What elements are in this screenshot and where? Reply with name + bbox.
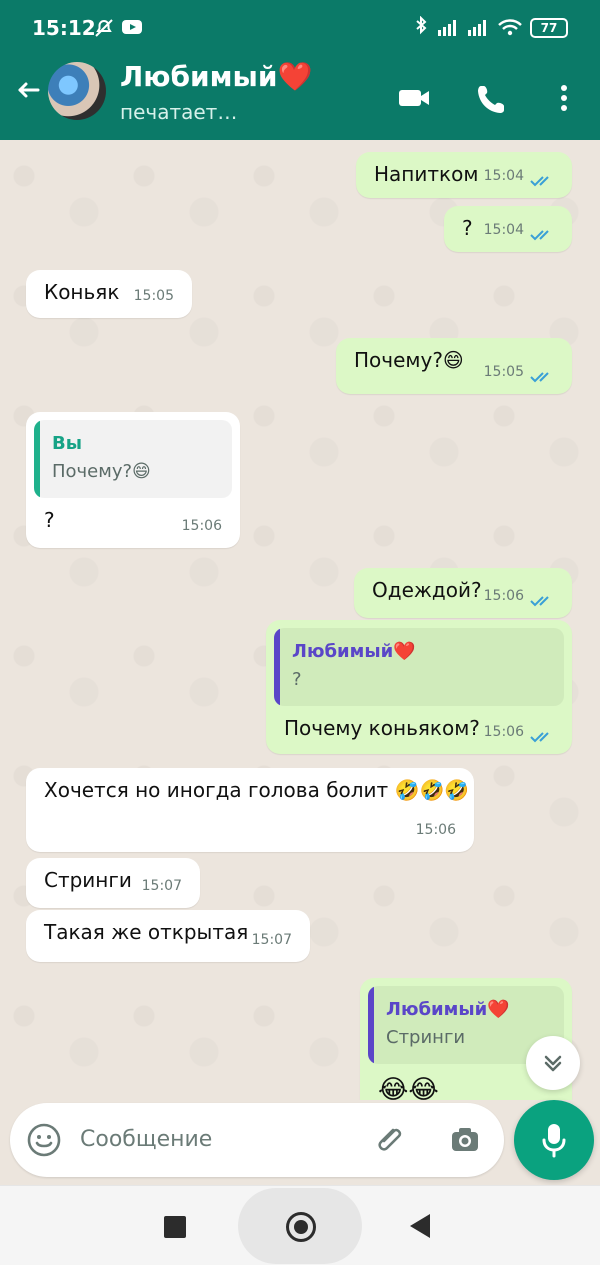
message-time: 15:05 [133, 288, 174, 304]
nav-home-icon[interactable] [286, 1212, 316, 1242]
message-text: Напитком [374, 162, 479, 186]
quote-accent-bar [274, 628, 280, 706]
nav-recents-icon[interactable] [164, 1216, 186, 1238]
message-text: Одеждой? [372, 578, 482, 602]
message-composer[interactable]: Сообщение [10, 1103, 504, 1177]
message-outgoing[interactable]: Напитком 15:04 [356, 152, 572, 198]
message-outgoing[interactable]: Почему?😄 15:05 [336, 338, 572, 394]
emoji-icon[interactable] [24, 1120, 64, 1160]
message-time: 15:07 [251, 932, 292, 948]
camera-icon[interactable] [446, 1121, 484, 1159]
youtube-icon [122, 20, 142, 34]
mic-button[interactable] [514, 1100, 594, 1180]
read-ticks-icon [530, 596, 549, 607]
bluetooth-icon [416, 16, 427, 35]
scroll-down-button[interactable] [526, 1036, 580, 1090]
quote-text: Стринги [386, 1027, 466, 1048]
status-bar: 15:12 77 [0, 0, 600, 56]
signal-2-icon [468, 20, 486, 36]
message-incoming[interactable]: Такая же открытая 15:07 [26, 910, 310, 962]
quoted-message[interactable]: Любимый❤️ ? [274, 628, 564, 706]
message-incoming-reply[interactable]: Вы Почему?😄 ? 15:06 [26, 412, 240, 548]
message-outgoing[interactable]: Одеждой? 15:06 [354, 568, 572, 618]
message-time: 15:07 [141, 878, 182, 894]
nav-back-icon[interactable] [410, 1214, 430, 1238]
battery-level: 77 [540, 21, 558, 35]
quote-accent-bar [34, 420, 40, 498]
mic-icon [542, 1124, 566, 1158]
read-ticks-icon [530, 230, 549, 241]
avatar[interactable] [48, 62, 106, 120]
message-text: 😂😂 [378, 1075, 439, 1100]
more-options-icon[interactable] [548, 78, 588, 118]
quote-author: Вы [52, 433, 82, 454]
message-text: Стринги [44, 868, 132, 892]
message-incoming[interactable]: Хочется но иногда голова болит 🤣🤣🤣 15:06 [26, 768, 474, 852]
message-text: Коньяк [44, 280, 120, 304]
dnd-icon [95, 19, 113, 37]
read-ticks-icon [530, 732, 549, 743]
message-time: 15:05 [483, 364, 524, 380]
message-time: 15:06 [415, 822, 456, 838]
chat-header: Любимый❤️ печатает… [0, 56, 600, 140]
message-time: 15:06 [483, 724, 524, 740]
message-text: Почему коньяком? [284, 716, 480, 740]
message-text: Такая же открытая [44, 920, 249, 944]
message-input[interactable]: Сообщение [80, 1127, 212, 1152]
wifi-icon [498, 19, 522, 36]
battery-icon: 77 [530, 18, 568, 38]
read-ticks-icon [530, 372, 549, 383]
chat-area[interactable]: Напитком 15:04 ? 15:04 Коньяк 15:05 Поче… [0, 140, 600, 1100]
message-text: Хочется но иногда голова болит 🤣🤣🤣 [44, 778, 470, 802]
typing-status: печатает… [120, 100, 238, 124]
quote-accent-bar [368, 986, 374, 1064]
message-outgoing-reply[interactable]: Любимый❤️ ? Почему коньяком? 15:06 [266, 620, 572, 754]
message-time: 15:06 [483, 588, 524, 604]
message-text: ? [44, 508, 55, 532]
message-incoming[interactable]: Стринги 15:07 [26, 858, 200, 908]
quote-author: Любимый❤️ [292, 641, 416, 662]
scroll-down-icon [544, 1055, 562, 1072]
quoted-message[interactable]: Вы Почему?😄 [34, 420, 232, 498]
back-arrow-icon[interactable] [12, 74, 44, 106]
message-incoming[interactable]: Коньяк 15:05 [26, 270, 192, 318]
quote-text: Почему?😄 [52, 461, 151, 482]
system-navigation-bar [0, 1185, 600, 1265]
message-time: 15:06 [181, 518, 222, 534]
contact-name[interactable]: Любимый❤️ [120, 60, 312, 93]
message-outgoing[interactable]: ? 15:04 [444, 206, 572, 252]
video-call-icon[interactable] [394, 78, 434, 118]
phone-call-icon[interactable] [472, 78, 512, 118]
message-time: 15:04 [483, 168, 524, 184]
quote-text: ? [292, 669, 302, 690]
attach-icon[interactable] [372, 1121, 410, 1159]
message-time: 15:04 [483, 222, 524, 238]
status-time: 15:12 [32, 16, 96, 40]
quote-author: Любимый❤️ [386, 999, 510, 1020]
message-text: Почему?😄 [354, 348, 464, 372]
read-ticks-icon [530, 176, 549, 187]
message-text: ? [462, 216, 473, 240]
signal-1-icon [438, 20, 456, 36]
